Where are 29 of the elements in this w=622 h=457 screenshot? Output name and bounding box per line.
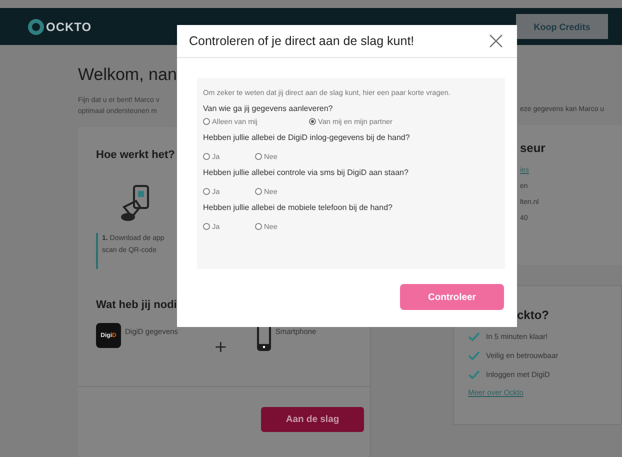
card-title: ckto? [517,308,550,322]
plus-sign: + [214,337,228,356]
page-title: Welkom, nan [78,65,177,85]
check-icon [468,351,480,360]
logo-text: OCKTO [46,20,92,34]
radio-button[interactable] [203,188,210,195]
logo-icon [28,18,44,34]
radio-button[interactable] [203,153,210,160]
buy-credits-button[interactable]: Koop Credits [516,14,608,39]
section-title: Hoe werkt het? [96,149,175,161]
start-button[interactable]: Aan de slag [261,407,364,432]
radio-button[interactable] [203,223,210,230]
question-text: Hebben jullie allebei controle via sms bij DigiD aan staan? [203,168,410,177]
dialog-title: Controleren of je direct aan de slag kunt! [189,34,416,48]
question-text: Hebben jullie allebei de mobiele telefoon bij de hand? [203,203,394,212]
check-icon [468,332,480,341]
card-title: seur [520,141,546,155]
radio-button[interactable] [203,118,210,125]
radio-button[interactable] [255,153,262,160]
radio-button[interactable] [255,223,262,230]
check-icon [468,370,480,379]
check-button[interactable]: Controleer [400,284,504,310]
close-icon [489,34,503,48]
radio-button[interactable] [309,118,316,125]
close-button[interactable] [489,34,503,48]
question-text: Van wie ga jij gegevens aanleveren? [203,104,334,113]
radio-button[interactable] [255,188,262,195]
question-text: Hebben jullie allebei de DigiD inlog-gegevens bij de hand? [203,133,411,142]
section-title: Wat heb jij nodi [96,299,177,311]
